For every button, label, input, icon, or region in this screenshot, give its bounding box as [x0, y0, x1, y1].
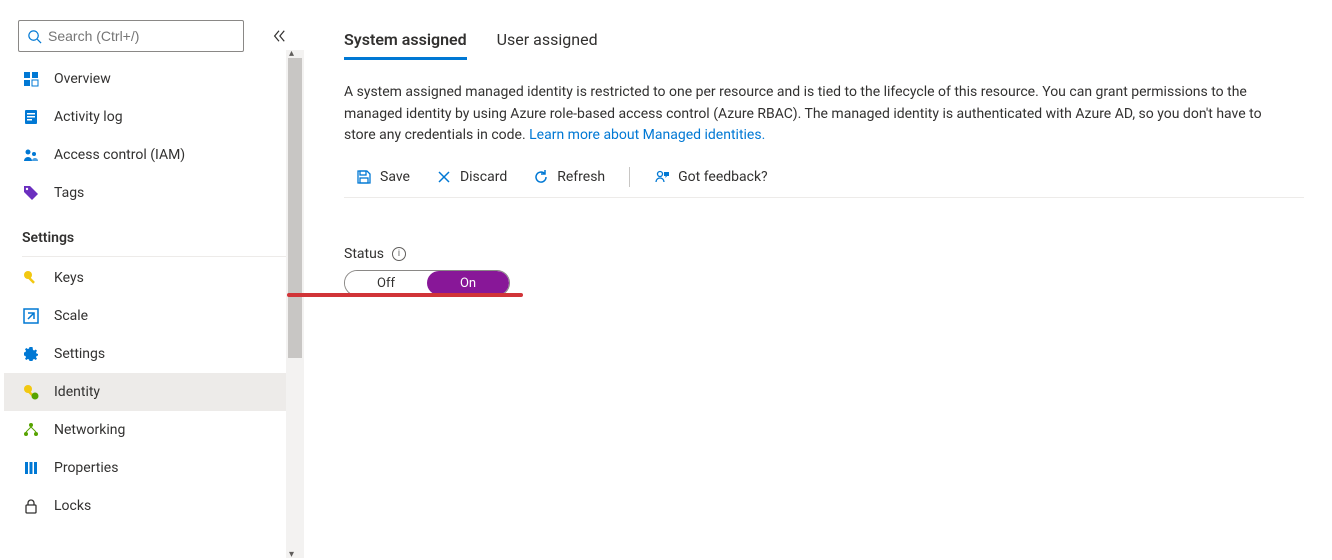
sidebar-nav: Overview Activity log Access control (IA…	[0, 60, 304, 558]
tab-system-assigned[interactable]: System assigned	[344, 30, 467, 60]
sidebar-item-label: Identity	[54, 384, 100, 400]
collapse-sidebar-icon[interactable]	[272, 29, 286, 43]
sidebar-item-label: Overview	[54, 71, 111, 87]
feedback-icon	[654, 169, 670, 185]
save-icon	[356, 169, 372, 185]
sidebar-item-label: Locks	[54, 498, 91, 514]
toolbar-label: Refresh	[557, 169, 605, 185]
sidebar-section-settings: Settings	[4, 212, 304, 252]
toolbar-label: Got feedback?	[678, 169, 768, 185]
sidebar-item-label: Networking	[54, 422, 125, 438]
sidebar-item-label: Access control (IAM)	[54, 147, 185, 163]
identity-description: A system assigned managed identity is re…	[344, 82, 1284, 147]
scrollbar-thumb[interactable]	[288, 58, 302, 358]
access-control-icon	[22, 147, 40, 163]
properties-icon	[22, 460, 40, 476]
main-content: System assigned User assigned A system a…	[304, 0, 1332, 558]
sidebar-item-label: Tags	[54, 185, 84, 201]
sidebar-item-label: Settings	[54, 346, 105, 362]
overview-icon	[22, 71, 40, 87]
status-toggle-on[interactable]: On	[427, 271, 509, 295]
tab-user-assigned[interactable]: User assigned	[497, 30, 598, 60]
toolbar-label: Save	[380, 169, 410, 185]
description-text: A system assigned managed identity is re…	[344, 84, 1262, 143]
status-label-row: Status i	[344, 246, 1304, 262]
sidebar-item-tags[interactable]: Tags	[4, 174, 304, 212]
sidebar-scrollbar[interactable]: ▴ ▾	[286, 50, 304, 558]
save-button[interactable]: Save	[344, 165, 422, 189]
toolbar: Save Discard Refresh Got feedback?	[344, 165, 1304, 198]
section-divider	[22, 256, 286, 257]
search-box[interactable]	[18, 20, 244, 52]
sidebar-item-access-control[interactable]: Access control (IAM)	[4, 136, 304, 174]
search-icon	[27, 29, 42, 44]
sidebar-item-settings[interactable]: Settings	[4, 335, 304, 373]
identity-tabs: System assigned User assigned	[344, 30, 1304, 60]
sidebar-item-scale[interactable]: Scale	[4, 297, 304, 335]
learn-more-link[interactable]: Learn more about Managed identities.	[529, 127, 765, 143]
sidebar-item-activity-log[interactable]: Activity log	[4, 98, 304, 136]
toolbar-label: Discard	[460, 169, 507, 185]
sidebar-item-label: Properties	[54, 460, 118, 476]
sidebar-item-label: Activity log	[54, 109, 123, 125]
sidebar-item-label: Keys	[54, 270, 84, 286]
sidebar-item-keys[interactable]: Keys	[4, 259, 304, 297]
search-input[interactable]	[48, 28, 235, 44]
sidebar-item-overview[interactable]: Overview	[4, 60, 304, 98]
activity-log-icon	[22, 109, 40, 125]
toolbar-separator	[629, 167, 630, 187]
sidebar-item-identity[interactable]: Identity	[4, 373, 304, 411]
identity-icon	[22, 384, 40, 400]
discard-icon	[436, 169, 452, 185]
feedback-button[interactable]: Got feedback?	[642, 165, 780, 189]
refresh-button[interactable]: Refresh	[521, 165, 617, 189]
annotation-underline	[287, 293, 523, 297]
keys-icon	[22, 270, 40, 286]
scroll-down-arrow-icon[interactable]: ▾	[289, 549, 294, 560]
status-toggle-off[interactable]: Off	[345, 271, 427, 295]
status-label: Status	[344, 246, 384, 262]
discard-button[interactable]: Discard	[424, 165, 519, 189]
scale-icon	[22, 308, 40, 324]
tags-icon	[22, 185, 40, 201]
networking-icon	[22, 422, 40, 438]
sidebar: Overview Activity log Access control (IA…	[0, 0, 304, 558]
lock-icon	[22, 498, 40, 514]
info-icon[interactable]: i	[392, 247, 406, 261]
sidebar-item-networking[interactable]: Networking	[4, 411, 304, 449]
refresh-icon	[533, 169, 549, 185]
settings-gear-icon	[22, 346, 40, 362]
sidebar-item-properties[interactable]: Properties	[4, 449, 304, 487]
sidebar-search-row	[0, 20, 304, 60]
sidebar-item-label: Scale	[54, 308, 88, 324]
sidebar-item-locks[interactable]: Locks	[4, 487, 304, 525]
